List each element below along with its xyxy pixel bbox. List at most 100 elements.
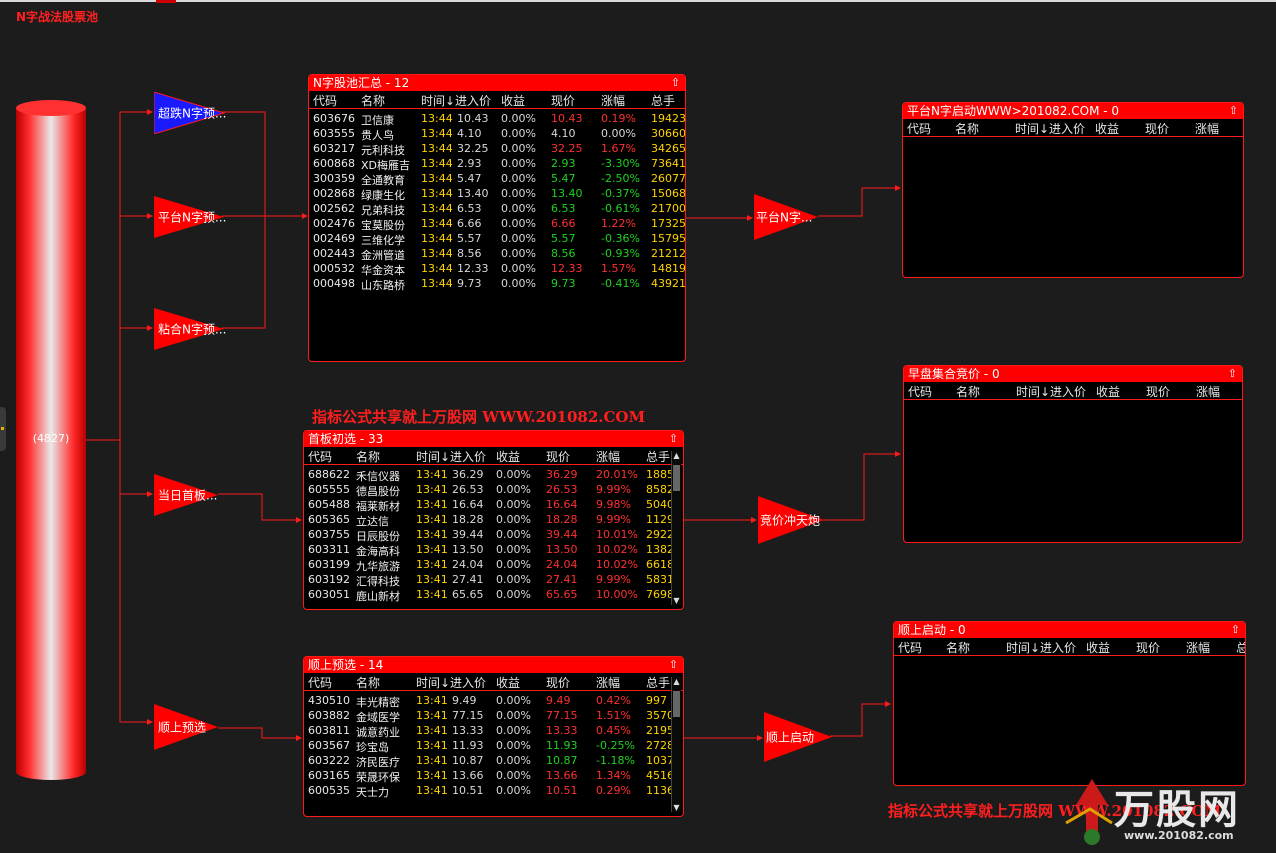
table-row[interactable]: 002443金洲管道13:448.560.00%8.56-0.93%212120 <box>309 246 685 262</box>
scroll-thumb[interactable] <box>673 691 680 717</box>
table-row[interactable]: 603311 金海高科 13:41 13.50 0.00% 13.50 10.02% 1382 <box>304 542 683 558</box>
col-entry[interactable]: 进入价 <box>1040 639 1076 656</box>
panel-shunshang-start[interactable]: 顺上启动 - 0 ⇧ 代码 名称 时间↓ 进入价 收益 现价 涨幅 总 <box>893 621 1246 786</box>
col-change[interactable]: 涨幅 <box>1186 639 1210 656</box>
scroll-down-icon[interactable]: ▼ <box>672 803 681 812</box>
table-row[interactable]: 600535 天士力 13:41 10.51 0.00% 10.51 0.29% 11363 <box>304 783 683 799</box>
col-code[interactable]: 代码 <box>313 92 337 109</box>
col-entry[interactable]: 进入价 <box>455 92 491 109</box>
col-time[interactable]: 时间↓ <box>1015 120 1049 137</box>
table-row[interactable]: 688622 禾信仪器 13:41 36.29 0.00% 36.29 20.01% 1885 <box>304 467 683 483</box>
col-name[interactable]: 名称 <box>356 674 380 691</box>
scroll-thumb[interactable] <box>673 465 680 491</box>
col-volume[interactable]: 总手 <box>646 448 670 465</box>
col-gain[interactable]: 收益 <box>1086 639 1110 656</box>
col-volume[interactable]: 总手 <box>646 674 670 691</box>
table-row[interactable]: 603811 诚意药业 13:41 13.33 0.00% 13.33 0.45% 21952 <box>304 723 683 739</box>
node-pingtai[interactable]: 平台N字预... <box>154 196 226 238</box>
table-row[interactable]: 000532 华金资本 13:44 12.33 0.00% 12.33 1.57% 14819… <box>309 261 685 277</box>
col-change[interactable]: 涨幅 <box>596 674 620 691</box>
col-change[interactable]: 涨幅 <box>601 92 625 109</box>
col-code[interactable]: 代码 <box>308 674 332 691</box>
table-row[interactable]: 002868 绿康生化 13:44 13.40 0.00% 13.40 -0.37% 1506… <box>309 186 685 202</box>
up-arrow-icon[interactable]: ⇧ <box>1229 103 1238 119</box>
col-entry[interactable]: 进入价 <box>1049 120 1085 137</box>
col-gain[interactable]: 收益 <box>501 92 525 109</box>
col-price[interactable]: 现价 <box>551 92 575 109</box>
scroll-up-icon[interactable]: ▲ <box>672 677 681 686</box>
col-code[interactable]: 代码 <box>898 639 922 656</box>
panel-title-bar[interactable]: 顺上启动 - 0 ⇧ <box>894 622 1245 638</box>
col-volume[interactable]: 总 <box>1236 639 1245 656</box>
panel-shunshang-preselect[interactable]: 顺上预选 - 14 ⇧ 代码 名称 时间↓ 进入价 收益 现价 涨幅 总手 43… <box>303 656 684 817</box>
col-gain[interactable]: 收益 <box>1096 383 1120 400</box>
col-time[interactable]: 时间↓ <box>421 92 455 109</box>
col-time[interactable]: 时间↓ <box>416 674 450 691</box>
panel-morning-auction[interactable]: 早盘集合竞价 - 0 ⇧ 代码 名称 时间↓ 进入价 收益 现价 涨幅 <box>903 365 1243 543</box>
col-entry[interactable]: 进入价 <box>450 674 486 691</box>
table-row[interactable]: 603676 卫信康 13:44 10.43 0.00% 10.43 0.19% 19423 <box>309 111 685 127</box>
panel-title-bar[interactable]: N字股池汇总 - 12 ⇧ <box>309 75 685 91</box>
panel-title-bar[interactable]: 早盘集合竞价 - 0 ⇧ <box>904 366 1242 382</box>
col-price[interactable]: 现价 <box>546 674 570 691</box>
col-gain[interactable]: 收益 <box>496 674 520 691</box>
col-gain[interactable]: 收益 <box>496 448 520 465</box>
stock-pool-cylinder[interactable]: (4827) <box>16 100 86 780</box>
table-row[interactable]: 002476宝莫股份13:446.660.00%6.661.22%173251 <box>309 216 685 232</box>
col-name[interactable]: 名称 <box>956 383 980 400</box>
node-nianhe[interactable]: 粘合N字预... <box>154 308 226 350</box>
col-price[interactable]: 现价 <box>1145 120 1169 137</box>
node-pingtai2[interactable]: 平台N字... <box>754 194 820 240</box>
col-change[interactable]: 涨幅 <box>596 448 620 465</box>
col-code[interactable]: 代码 <box>308 448 332 465</box>
up-arrow-icon[interactable]: ⇧ <box>671 75 680 91</box>
table-row[interactable]: 603555贵人鸟13:444.100.00%4.100.00%306602 <box>309 126 685 142</box>
col-entry[interactable]: 进入价 <box>1050 383 1086 400</box>
scroll-up-icon[interactable]: ▲ <box>672 451 681 460</box>
table-row[interactable]: 603051 鹿山新材 13:41 65.65 0.00% 65.65 10.00% 7698 <box>304 587 683 603</box>
col-name[interactable]: 名称 <box>955 120 979 137</box>
node-shunshang-qidong[interactable]: 顺上启动 <box>764 712 834 762</box>
table-row[interactable]: 605365 立达信 13:41 18.28 0.00% 18.28 9.99% 1129 <box>304 512 683 528</box>
up-arrow-icon[interactable]: ⇧ <box>669 431 678 447</box>
table-row[interactable]: 603882 金域医学 13:41 77.15 0.00% 77.15 1.51% 35703 <box>304 708 683 724</box>
panel-pingtai-start[interactable]: 平台N字启动WWW>201082.COM - 0 ⇧ 代码 名称 时间↓ 进入价… <box>902 102 1244 278</box>
col-name[interactable]: 名称 <box>361 92 385 109</box>
up-arrow-icon[interactable]: ⇧ <box>1231 622 1240 638</box>
col-change[interactable]: 涨幅 <box>1195 120 1219 137</box>
col-code[interactable]: 代码 <box>908 383 932 400</box>
col-time[interactable]: 时间↓ <box>1006 639 1040 656</box>
panel-title-bar[interactable]: 顺上预选 - 14 ⇧ <box>304 657 683 673</box>
col-name[interactable]: 名称 <box>946 639 970 656</box>
table-row[interactable]: 603192 汇得科技 13:41 27.41 0.00% 27.41 9.99% 5831 <box>304 572 683 588</box>
table-row[interactable]: 603217 元利科技 13:44 32.25 0.00% 32.25 1.67% 34265 <box>309 141 685 157</box>
panel-n-summary[interactable]: N字股池汇总 - 12 ⇧ 代码 名称 时间↓ 进入价 收益 现价 涨幅 总手 … <box>308 74 686 362</box>
table-row[interactable]: 000498 山东路桥 13:44 9.73 0.00% 9.73 -0.41% 439210 <box>309 276 685 292</box>
panel-first-board[interactable]: 首板初选 - 33 ⇧ 代码 名称 时间↓ 进入价 收益 现价 涨幅 总手 68… <box>303 430 684 610</box>
node-shunshang[interactable]: 顺上预选 <box>154 704 220 750</box>
node-chaodie[interactable]: 超跌N字预... <box>154 92 226 134</box>
table-row[interactable]: 603222 济民医疗 13:41 10.87 0.00% 10.87 -1.18% 1037… <box>304 753 683 769</box>
table-row[interactable]: 605555 德昌股份 13:41 26.53 0.00% 26.53 9.99% 8582 <box>304 482 683 498</box>
table-row[interactable]: 603165 荣晟环保 13:41 13.66 0.00% 13.66 1.34% 45160 <box>304 768 683 784</box>
col-time[interactable]: 时间↓ <box>416 448 450 465</box>
scrollbar[interactable]: ▲ ▼ <box>671 451 681 605</box>
scroll-down-icon[interactable]: ▼ <box>672 596 681 605</box>
col-change[interactable]: 涨幅 <box>1196 383 1220 400</box>
table-row[interactable]: 605488 福莱新材 13:41 16.64 0.00% 16.64 9.98% 5040 <box>304 497 683 513</box>
panel-title-bar[interactable]: 首板初选 - 33 ⇧ <box>304 431 683 447</box>
table-row[interactable]: 300359全通教育13:445.470.00%5.47-2.50%260771 <box>309 171 685 187</box>
table-row[interactable]: 603199 九华旅游 13:41 24.04 0.00% 24.04 10.02% 6618 <box>304 557 683 573</box>
table-row[interactable]: 600868 XD梅雁吉 13:44 2.93 0.00% 2.93 -3.30% 73641… <box>309 156 685 172</box>
table-row[interactable]: 603567 珍宝岛 13:41 11.93 0.00% 11.93 -0.25% 27280 <box>304 738 683 754</box>
up-arrow-icon[interactable]: ⇧ <box>1228 366 1237 382</box>
scrollbar[interactable]: ▲ ▼ <box>671 677 681 812</box>
col-price[interactable]: 现价 <box>546 448 570 465</box>
col-code[interactable]: 代码 <box>907 120 931 137</box>
col-name[interactable]: 名称 <box>356 448 380 465</box>
table-row[interactable]: 002469三维化学13:445.570.00%5.57-0.36%157958 <box>309 231 685 247</box>
col-entry[interactable]: 进入价 <box>450 448 486 465</box>
col-price[interactable]: 现价 <box>1146 383 1170 400</box>
node-jingjia[interactable]: 竞价冲天炮 <box>758 496 826 544</box>
table-row[interactable]: 603755 日辰股份 13:41 39.44 0.00% 39.44 10.01% 2922 <box>304 527 683 543</box>
